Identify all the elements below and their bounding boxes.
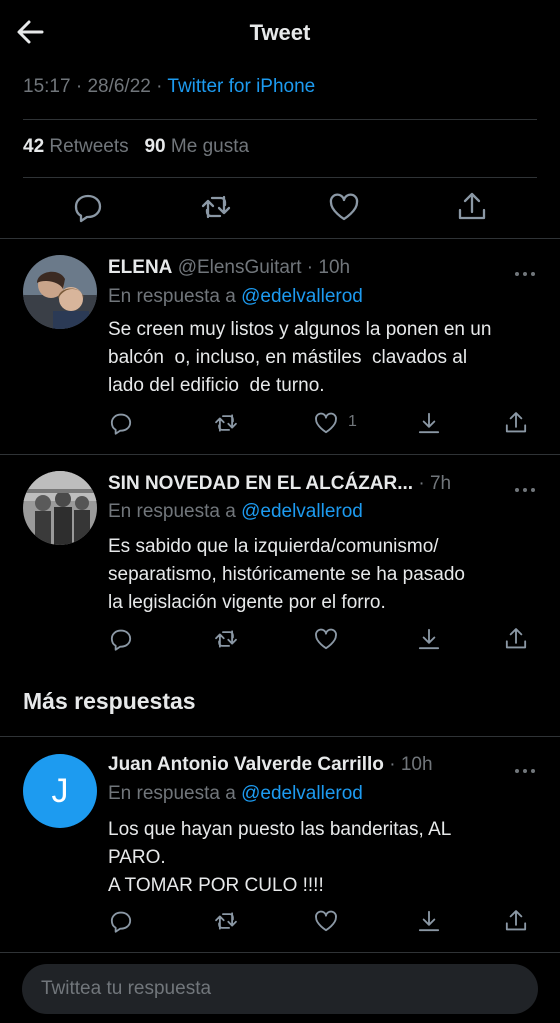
more-options-icon[interactable]: [514, 761, 536, 773]
retweet-icon[interactable]: [199, 190, 233, 224]
tweet-stats: 42 Retweets 90 Me gusta: [23, 136, 249, 158]
reply-context: En respuesta a @edelvallerod: [108, 501, 363, 523]
reply-context: En respuesta a @edelvallerod: [108, 783, 363, 805]
like-heart-icon[interactable]: [327, 190, 361, 224]
divider: [0, 952, 560, 953]
top-bar: Tweet: [0, 0, 560, 64]
more-options-icon[interactable]: [514, 264, 536, 276]
more-options-icon[interactable]: [514, 480, 536, 492]
reply-to-label: En respuesta a: [108, 501, 236, 522]
download-icon[interactable]: [416, 626, 442, 652]
mention-link[interactable]: @edelvallerod: [241, 501, 363, 522]
like-heart-icon[interactable]: [313, 908, 339, 934]
retweets-count: 42: [23, 136, 45, 157]
share-icon[interactable]: [503, 626, 529, 652]
reply-icon[interactable]: [71, 190, 105, 224]
retweet-icon[interactable]: [213, 410, 239, 436]
reply-icon[interactable]: [108, 410, 134, 436]
time-separator: ·: [383, 754, 401, 775]
reply-action-bar: [108, 626, 538, 654]
avatar[interactable]: [23, 255, 97, 329]
time-separator: ·: [301, 257, 319, 278]
tweet-time: 15:17: [23, 76, 71, 97]
retweets-stat[interactable]: 42 Retweets: [23, 136, 129, 157]
download-icon[interactable]: [416, 410, 442, 436]
avatar[interactable]: [23, 471, 97, 545]
reply-tweet[interactable]: SIN NOVEDAD EN EL ALCÁZAR... · 7h En res…: [0, 454, 560, 670]
reply-to-label: En respuesta a: [108, 783, 236, 804]
reply-time: 10h: [400, 754, 433, 775]
reply-action-bar: 1: [108, 410, 538, 438]
reply-text: Es sabido que la izquierda/comunismo/ se…: [108, 536, 465, 613]
reply-time: 10h: [318, 257, 351, 278]
avatar[interactable]: J: [23, 754, 97, 828]
like-count: 1: [348, 413, 357, 430]
divider: [23, 177, 537, 178]
tweet-action-bar: [0, 190, 560, 226]
reply-text: Se creen muy listos y algunos la ponen e…: [108, 319, 492, 396]
reply-to-label: En respuesta a: [108, 286, 236, 307]
like-heart-icon[interactable]: [313, 626, 339, 652]
reply-text: Los que hayan puesto las banderitas, AL …: [108, 819, 452, 896]
tweet-date: 28/6/22: [87, 76, 151, 97]
reply-icon[interactable]: [108, 626, 134, 652]
share-icon[interactable]: [503, 908, 529, 934]
reply-tweet[interactable]: ELENA @ElensGuitart · 10h En respuesta a…: [0, 238, 560, 454]
reply-header: Juan Antonio Valverde Carrillo · 10h: [108, 754, 433, 776]
retweet-icon[interactable]: [213, 626, 239, 652]
share-icon[interactable]: [503, 410, 529, 436]
likes-label: Me gusta: [170, 136, 250, 157]
author-name[interactable]: Juan Antonio Valverde Carrillo: [108, 754, 384, 775]
tweet-source-link[interactable]: Twitter for iPhone: [167, 76, 315, 97]
mention-link[interactable]: @edelvallerod: [241, 286, 363, 307]
composer-placeholder: Twittea tu respuesta: [41, 978, 212, 999]
retweets-label: Retweets: [49, 136, 129, 157]
reply-action-bar: [108, 908, 538, 936]
time-separator: ·: [413, 473, 430, 494]
mention-link[interactable]: @edelvallerod: [241, 783, 363, 804]
reply-icon[interactable]: [108, 908, 134, 934]
page-title: Tweet: [249, 20, 311, 45]
reply-composer-input[interactable]: Twittea tu respuesta: [22, 964, 538, 1014]
divider: [23, 119, 537, 120]
reply-context: En respuesta a @edelvallerod: [108, 286, 363, 308]
reply-tweet[interactable]: J Juan Antonio Valverde Carrillo · 10h E…: [0, 736, 560, 952]
likes-stat[interactable]: 90 Me gusta: [144, 136, 249, 157]
reply-header: ELENA @ElensGuitart · 10h: [108, 257, 350, 279]
author-handle[interactable]: @ElensGuitart: [178, 257, 302, 278]
reply-header: SIN NOVEDAD EN EL ALCÁZAR... · 7h: [108, 473, 451, 495]
retweet-icon[interactable]: [213, 908, 239, 934]
share-icon[interactable]: [455, 190, 489, 224]
author-name[interactable]: ELENA: [108, 257, 172, 278]
like-heart-icon[interactable]: [313, 410, 339, 436]
likes-count: 90: [144, 136, 166, 157]
author-name[interactable]: SIN NOVEDAD EN EL ALCÁZAR...: [108, 473, 413, 494]
tweet-meta: 15:17 · 28/6/22 · Twitter for iPhone: [23, 76, 316, 97]
download-icon[interactable]: [416, 908, 442, 934]
reply-time: 7h: [429, 473, 452, 494]
more-replies-heading: Más respuestas: [23, 688, 196, 714]
